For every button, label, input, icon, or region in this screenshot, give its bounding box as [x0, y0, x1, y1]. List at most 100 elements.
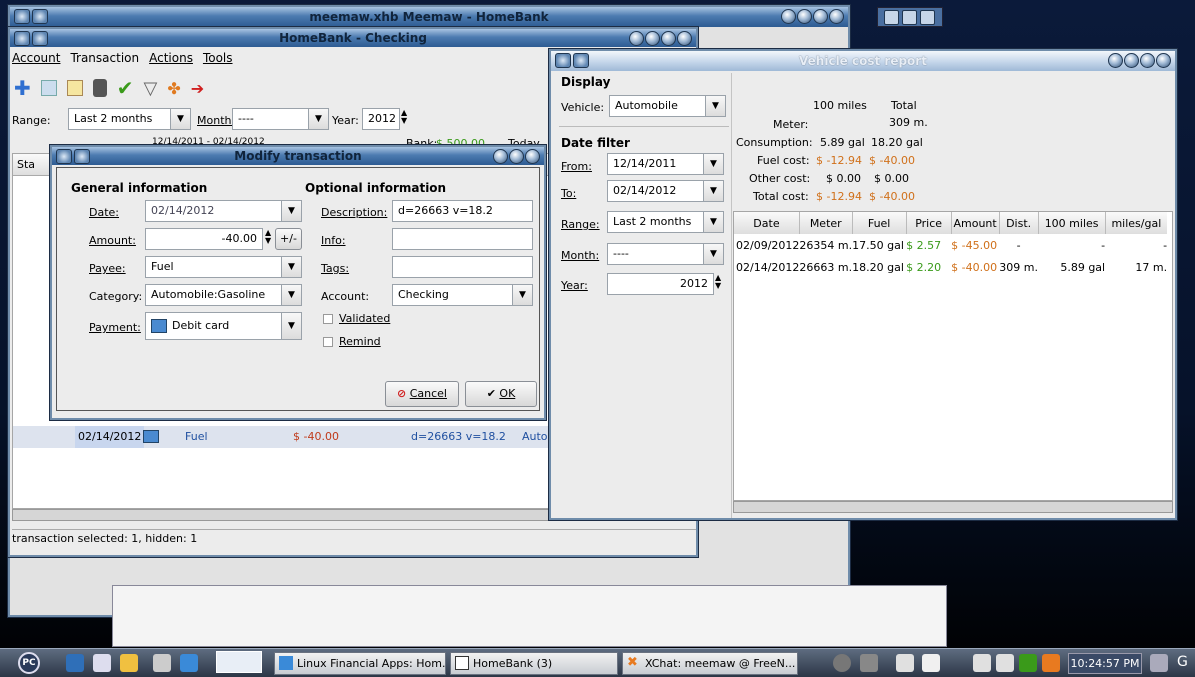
delete-icon[interactable]	[92, 79, 107, 97]
tags-field[interactable]	[392, 256, 533, 278]
edit-icon[interactable]	[66, 80, 83, 96]
minimize-icon[interactable]	[781, 9, 796, 24]
col-100miles[interactable]: 100 miles	[1038, 212, 1106, 234]
spin-arrows-icon[interactable]: ▲ ▼	[265, 229, 271, 245]
desktop-icon[interactable]	[66, 654, 84, 672]
minimize-icon[interactable]	[645, 31, 660, 46]
cancel-button[interactable]: ⊘ Cancel	[385, 381, 459, 407]
close-icon[interactable]	[1156, 53, 1171, 68]
ok-button[interactable]: ✔ OK	[465, 381, 537, 407]
category-combo[interactable]: Automobile:Gasoline ▼	[145, 284, 302, 306]
minimize-icon[interactable]	[509, 149, 524, 164]
table-row[interactable]: 02/09/2012 26354 m. 17.50 gal $ 2.57 $ -…	[734, 234, 1167, 256]
remind-checkbox[interactable]	[323, 337, 333, 347]
window-menu-icon[interactable]	[555, 53, 571, 68]
amount-sign-button[interactable]: +/-	[275, 228, 302, 250]
col-amount[interactable]: Amount	[951, 212, 1000, 234]
validate-icon[interactable]: ✔	[117, 76, 134, 100]
col-price[interactable]: Price	[906, 212, 952, 234]
tray-x-icon[interactable]	[1042, 654, 1060, 672]
help-icon[interactable]	[629, 31, 644, 46]
workspace-pager[interactable]	[216, 651, 262, 673]
account-combo[interactable]: Checking ▼	[392, 284, 533, 306]
window-shade-icon[interactable]	[32, 31, 48, 46]
tray-icon[interactable]	[922, 654, 940, 672]
col-fuel[interactable]: Fuel	[852, 212, 907, 234]
col-mpg[interactable]: miles/gal	[1105, 212, 1167, 234]
vehicle-combo[interactable]: Automobile ▼	[609, 95, 726, 117]
close-icon[interactable]	[829, 9, 844, 24]
vehicle-horizontal-scrollbar[interactable]	[733, 501, 1173, 513]
payee-combo[interactable]: Fuel ▼	[145, 256, 302, 278]
maximize-icon[interactable]	[797, 9, 812, 24]
to-date-field[interactable]: 02/14/2012 ▼	[607, 180, 724, 202]
col-dist[interactable]: Dist.	[999, 212, 1039, 234]
col-date[interactable]: Date	[734, 212, 800, 234]
filter-icon[interactable]: ▽	[144, 78, 158, 99]
amount-field[interactable]: -40.00	[145, 228, 263, 250]
column-status[interactable]: Sta	[17, 158, 35, 171]
maximize-icon[interactable]	[1140, 53, 1155, 68]
menu-tools[interactable]: Tools	[203, 51, 233, 69]
network-icon[interactable]	[833, 654, 851, 672]
chevron-down-icon[interactable]: ▼	[703, 244, 723, 264]
checking-month-select[interactable]: ---- ▼	[232, 108, 329, 130]
menu-actions[interactable]: Actions	[149, 51, 193, 69]
restore-icon[interactable]	[813, 9, 828, 24]
menu-account[interactable]: Account	[12, 51, 60, 69]
start-button[interactable]: PC	[18, 652, 40, 674]
info-field[interactable]	[392, 228, 533, 250]
main-window-titlebar[interactable]: meemaw.xhb Meemaw - HomeBank	[10, 7, 848, 27]
window-menu-icon[interactable]	[14, 9, 30, 24]
chevron-down-icon[interactable]: ▼	[703, 181, 723, 201]
editor-icon[interactable]	[120, 654, 138, 672]
payment-combo[interactable]: Debit card ▼	[145, 312, 302, 340]
files-icon[interactable]	[153, 654, 171, 672]
clock[interactable]: 10:24:57 PM	[1068, 653, 1142, 674]
help-icon[interactable]	[1108, 53, 1123, 68]
close-icon[interactable]	[525, 149, 540, 164]
trash-icon[interactable]	[1150, 654, 1168, 672]
vehicle-titlebar[interactable]: Vehicle cost report	[551, 51, 1175, 71]
chevron-down-icon[interactable]: ▼	[308, 109, 328, 129]
window-shade-icon[interactable]	[74, 149, 90, 164]
validated-label[interactable]: Validated	[339, 312, 390, 325]
check-icon[interactable]	[1019, 654, 1037, 672]
window-shade-icon[interactable]	[573, 53, 589, 68]
export-icon[interactable]: ➔	[191, 79, 204, 98]
help-icon[interactable]	[493, 149, 508, 164]
taskbar-item-browser[interactable]: Linux Financial Apps: Hom...	[274, 652, 446, 675]
chevron-down-icon[interactable]: ▼	[170, 109, 190, 129]
minimize-icon[interactable]	[1124, 53, 1139, 68]
inherit-icon[interactable]	[40, 80, 57, 96]
description-field[interactable]: d=26663 v=18.2	[392, 200, 533, 222]
volume-icon[interactable]	[860, 654, 878, 672]
tray-terminal-icon[interactable]	[996, 654, 1014, 672]
checking-range-select[interactable]: Last 2 months ▼	[68, 108, 191, 130]
chevron-down-icon[interactable]: ▼	[705, 96, 725, 116]
spin-arrows-icon[interactable]: ▲ ▼	[401, 109, 407, 125]
table-row[interactable]: 02/14/2012 26663 m. 18.20 gal $ 2.20 $ -…	[734, 256, 1167, 278]
checking-year-spin[interactable]: 2012	[362, 108, 400, 130]
taskbar-item-xchat[interactable]: ✖ XChat: meemaw @ FreeN...	[622, 652, 798, 675]
chevron-down-icon[interactable]: ▼	[703, 154, 723, 174]
chevron-down-icon[interactable]: ▼	[281, 257, 301, 277]
menu-transaction[interactable]: Transaction	[70, 51, 139, 69]
remind-label[interactable]: Remind	[339, 335, 381, 348]
chevron-down-icon[interactable]: ▼	[512, 285, 532, 305]
browser-icon[interactable]	[180, 654, 198, 672]
window-menu-icon[interactable]	[14, 31, 30, 46]
date-field[interactable]: 02/14/2012 ▼	[145, 200, 302, 222]
chevron-down-icon[interactable]: ▼	[281, 313, 301, 339]
window-menu-icon[interactable]	[56, 149, 72, 164]
from-date-field[interactable]: 12/14/2011 ▼	[607, 153, 724, 175]
chevron-down-icon[interactable]: ▼	[703, 212, 723, 232]
logout-icon[interactable]: G	[1177, 654, 1188, 670]
window-shade-icon[interactable]	[32, 9, 48, 24]
maximize-icon[interactable]	[661, 31, 676, 46]
close-icon[interactable]	[677, 31, 692, 46]
chevron-down-icon[interactable]: ▼	[281, 285, 301, 305]
spin-arrows-icon[interactable]: ▲ ▼	[715, 274, 721, 290]
maximize-icon[interactable]	[902, 10, 917, 25]
vehicle-range-select[interactable]: Last 2 months ▼	[607, 211, 724, 233]
